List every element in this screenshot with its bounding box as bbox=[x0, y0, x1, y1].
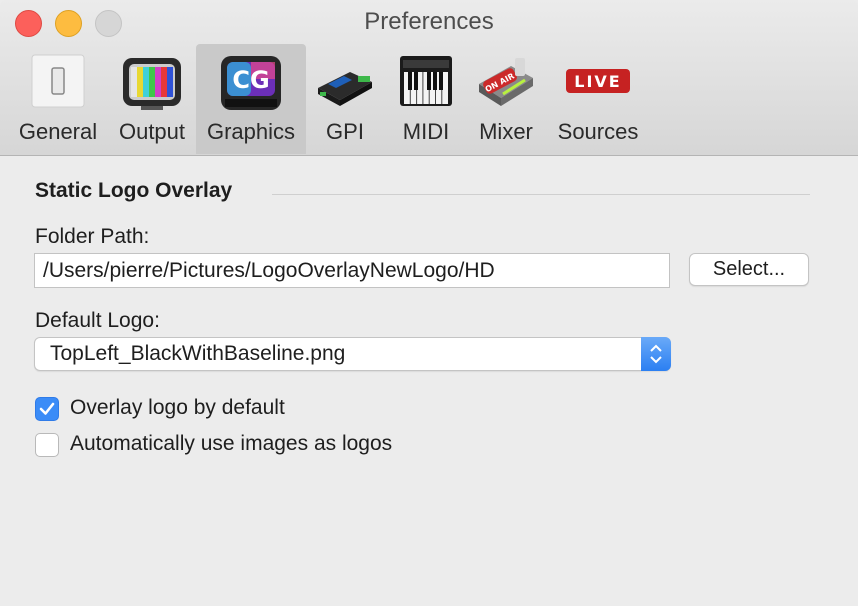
gpi-device-icon bbox=[314, 54, 376, 115]
tab-label: GPI bbox=[326, 119, 364, 144]
default-logo-value: TopLeft_BlackWithBaseline.png bbox=[50, 342, 346, 365]
chevron-up-down-icon bbox=[650, 344, 662, 364]
overlay-logo-checkbox[interactable] bbox=[35, 397, 59, 421]
tab-label: Graphics bbox=[206, 119, 296, 144]
switch-icon bbox=[31, 54, 85, 113]
tab-sources[interactable]: LIVE Sources bbox=[552, 44, 644, 154]
cg-text: CG bbox=[232, 66, 269, 94]
tab-graphics[interactable]: CG Graphics bbox=[196, 44, 306, 154]
section-title: Static Logo Overlay bbox=[35, 179, 233, 202]
tv-color-bars-icon bbox=[121, 54, 183, 117]
tab-general[interactable]: General bbox=[12, 44, 104, 154]
live-badge-icon: LIVE bbox=[565, 68, 631, 99]
tab-label: Output bbox=[118, 119, 186, 144]
overlay-logo-label: Overlay logo by default bbox=[70, 396, 285, 419]
folder-path-field[interactable]: /Users/pierre/Pictures/LogoOverlayNewLog… bbox=[34, 253, 670, 288]
toolbar: Preferences General Output CG Graphics G… bbox=[0, 0, 858, 156]
tab-label: MIDI bbox=[402, 119, 450, 144]
folder-path-label: Folder Path: bbox=[35, 225, 150, 248]
section-divider bbox=[272, 194, 810, 195]
on-air-fader-icon: ON AIR bbox=[475, 54, 537, 115]
tab-label: Mixer bbox=[479, 119, 533, 144]
popup-stepper[interactable] bbox=[641, 337, 671, 371]
cg-badge-icon: CG bbox=[219, 54, 283, 117]
auto-images-checkbox[interactable] bbox=[35, 433, 59, 457]
auto-images-label: Automatically use images as logos bbox=[70, 432, 393, 455]
select-button[interactable]: Select... bbox=[689, 253, 809, 286]
piano-keyboard-icon bbox=[399, 54, 453, 113]
tab-label: Sources bbox=[557, 119, 639, 144]
tab-mixer[interactable]: ON AIR Mixer bbox=[470, 44, 542, 154]
tab-midi[interactable]: MIDI bbox=[393, 44, 459, 154]
default-logo-label: Default Logo: bbox=[35, 309, 160, 332]
default-logo-popup[interactable]: TopLeft_BlackWithBaseline.png bbox=[34, 337, 671, 371]
tab-gpi[interactable]: GPI bbox=[312, 44, 378, 154]
checkmark-icon bbox=[39, 402, 55, 415]
tab-label: General bbox=[18, 119, 98, 144]
tab-output[interactable]: Output bbox=[110, 44, 194, 154]
live-text: LIVE bbox=[574, 72, 621, 91]
window-title: Preferences bbox=[364, 8, 494, 35]
preferences-window: Preferences General Output CG Graphics G… bbox=[0, 0, 858, 606]
